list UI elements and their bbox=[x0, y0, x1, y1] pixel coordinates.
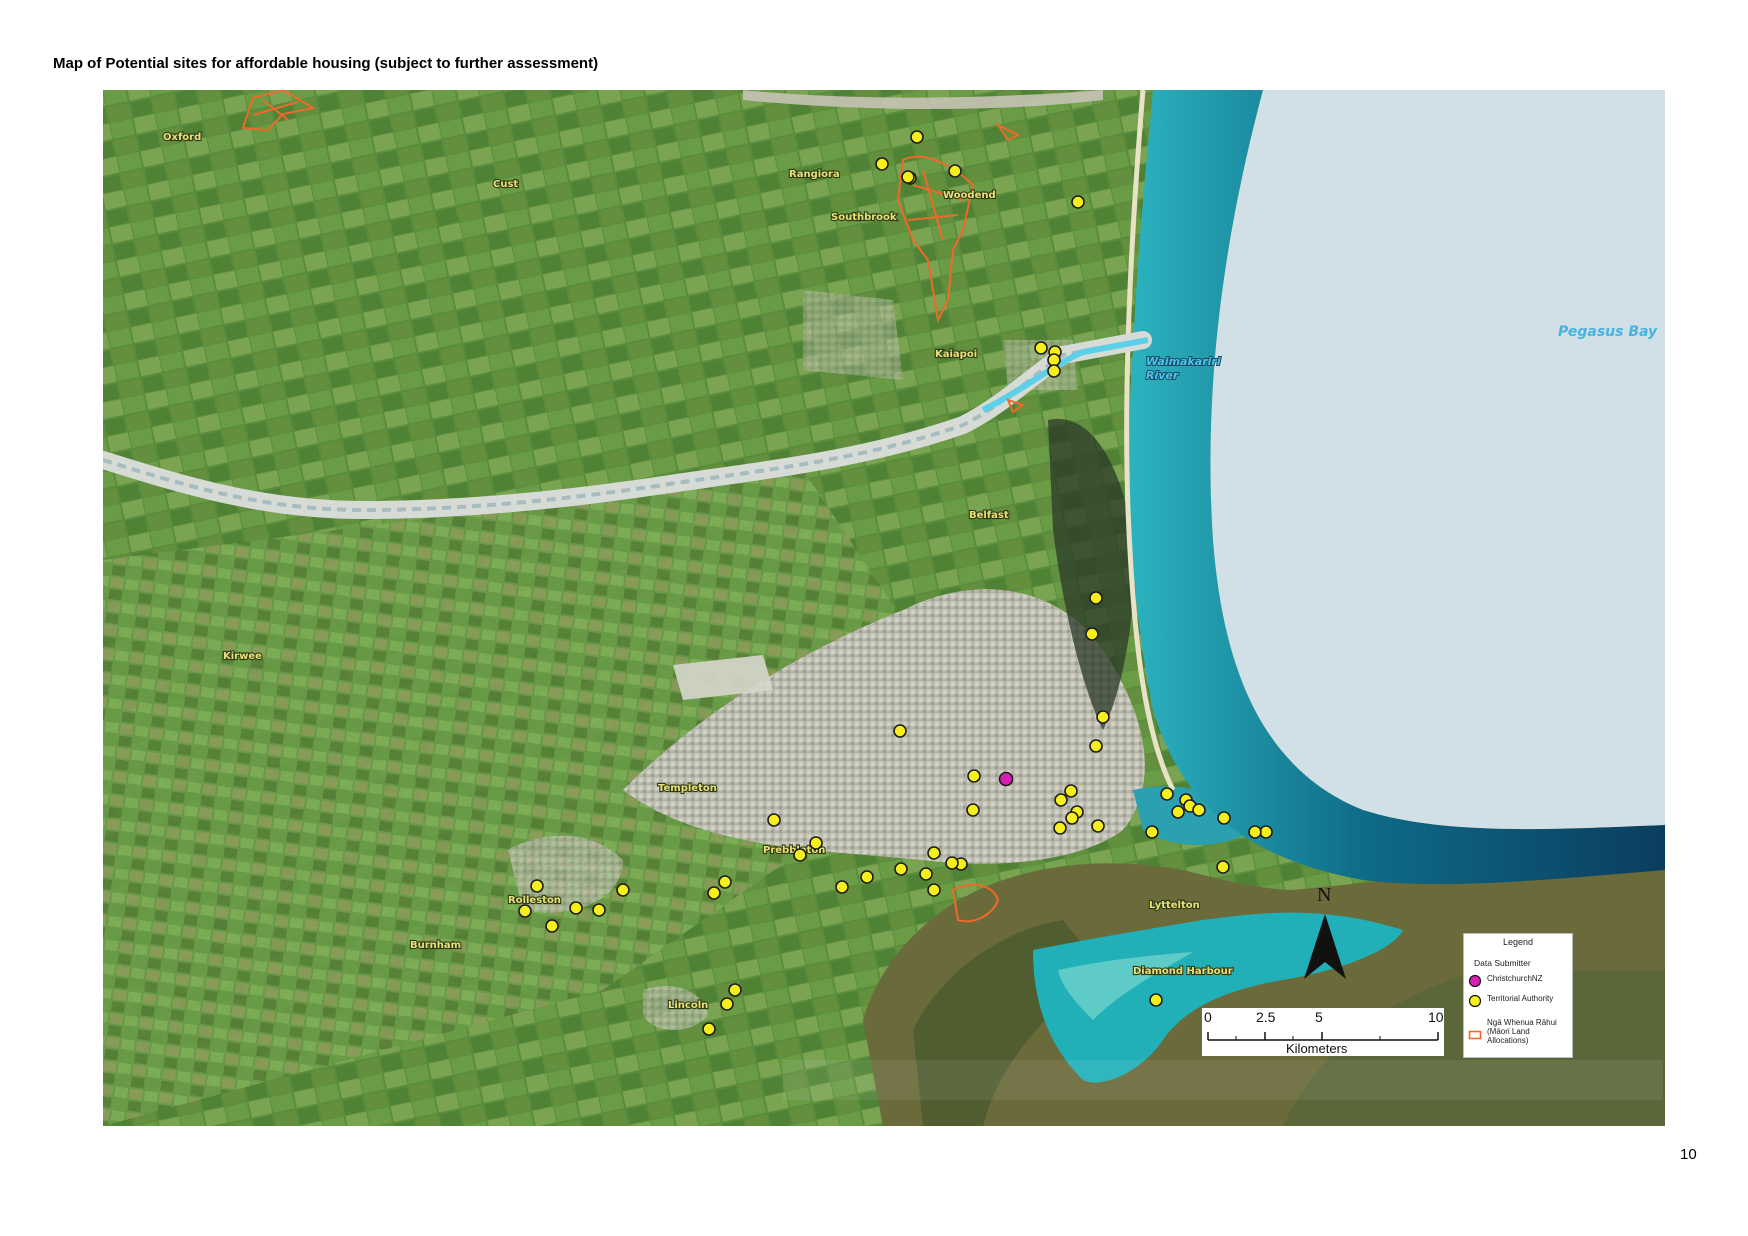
water-label-waimakariri: Waimakariri bbox=[1146, 355, 1221, 368]
ta-site[interactable] bbox=[1065, 811, 1079, 825]
place-label-belfast: Belfast bbox=[969, 510, 1009, 521]
place-label-southbrook: Southbrook bbox=[831, 212, 897, 223]
place-label-burnham: Burnham bbox=[410, 940, 461, 951]
legend: Legend Data Submitter ChristchurchNZ Ter… bbox=[1463, 933, 1573, 1058]
ta-site[interactable] bbox=[592, 903, 606, 917]
place-label-kaiapoi: Kaiapoi bbox=[935, 349, 977, 360]
rangiora-urban bbox=[803, 290, 903, 380]
legend-title: Legend bbox=[1502, 937, 1534, 947]
ta-site[interactable] bbox=[893, 724, 907, 738]
ta-site[interactable] bbox=[545, 919, 559, 933]
ta-site[interactable] bbox=[518, 904, 532, 918]
ta-site[interactable] bbox=[1216, 860, 1230, 874]
water-label-river: River bbox=[1146, 369, 1179, 382]
ta-site[interactable] bbox=[1089, 739, 1103, 753]
ta-site[interactable] bbox=[1054, 793, 1068, 807]
ta-site[interactable] bbox=[1085, 627, 1099, 641]
ta-site[interactable] bbox=[1034, 341, 1048, 355]
pegasus-bay-area bbox=[1210, 90, 1665, 830]
ta-site[interactable] bbox=[1053, 821, 1067, 835]
ta-site[interactable] bbox=[1047, 364, 1061, 378]
place-label-rolleston: Rolleston bbox=[508, 895, 561, 906]
map-panel[interactable]: Oxford Cust Rangiora Southbrook Woodend … bbox=[103, 90, 1665, 1126]
attribution-area bbox=[783, 1060, 1663, 1100]
place-label-kirwee: Kirwee bbox=[223, 651, 262, 662]
ta-site[interactable] bbox=[707, 886, 721, 900]
ta-site[interactable] bbox=[1259, 825, 1273, 839]
ta-site[interactable] bbox=[894, 862, 908, 876]
ta-site[interactable] bbox=[718, 875, 732, 889]
page-title: Map of Potential sites for affordable ho… bbox=[53, 55, 599, 72]
ta-site[interactable] bbox=[1064, 784, 1078, 798]
ta-site[interactable] bbox=[720, 997, 734, 1011]
orange-outline-box-icon bbox=[1468, 1030, 1482, 1040]
ta-site[interactable] bbox=[1171, 805, 1185, 819]
ta-site[interactable] bbox=[1096, 710, 1110, 724]
ta-site[interactable] bbox=[702, 1022, 716, 1036]
christchurchnz-site[interactable] bbox=[998, 771, 1014, 787]
ta-site[interactable] bbox=[910, 130, 924, 144]
place-label-diamond-harbour: Diamond Harbour bbox=[1133, 966, 1233, 977]
magenta-circle-icon bbox=[1468, 974, 1482, 988]
place-label-templeton: Templeton bbox=[658, 783, 717, 794]
ta-site[interactable] bbox=[919, 867, 933, 881]
ta-site[interactable] bbox=[1089, 591, 1103, 605]
ta-site[interactable] bbox=[569, 901, 583, 915]
water-label-pegasus-bay: Pegasus Bay bbox=[1558, 324, 1658, 340]
ta-site[interactable] bbox=[767, 813, 781, 827]
ta-site[interactable] bbox=[728, 983, 742, 997]
north-arrow-shape bbox=[1304, 914, 1346, 979]
ta-site[interactable] bbox=[945, 856, 959, 870]
ta-site[interactable] bbox=[927, 883, 941, 897]
ta-site[interactable] bbox=[1091, 819, 1105, 833]
place-label-rangiora: Rangiora bbox=[789, 169, 840, 180]
ta-site[interactable] bbox=[1071, 195, 1085, 209]
ta-site[interactable] bbox=[1149, 993, 1163, 1007]
north-label: N bbox=[1317, 884, 1332, 906]
ta-site[interactable] bbox=[875, 157, 889, 171]
ta-site[interactable] bbox=[809, 836, 823, 850]
scale-bar: 0 2.5 5 10 Kilometers bbox=[1202, 1008, 1444, 1056]
ta-site[interactable] bbox=[860, 870, 874, 884]
ta-site[interactable] bbox=[1217, 811, 1231, 825]
place-label-oxford: Oxford bbox=[163, 132, 201, 143]
legend-label-territorial-authority: Territorial Authority bbox=[1487, 994, 1554, 1003]
place-label-woodend: Woodend bbox=[943, 190, 996, 201]
legend-label-christchurchnz: ChristchurchNZ bbox=[1487, 974, 1543, 983]
legend-item-territorial-authority: Territorial Authority bbox=[1468, 994, 1567, 1008]
ta-site[interactable] bbox=[616, 883, 630, 897]
legend-label-maori-land: Ngā Whenua Rāhui (Māori Land Allocations… bbox=[1487, 1018, 1557, 1045]
ta-site[interactable] bbox=[1248, 825, 1262, 839]
ta-site[interactable] bbox=[901, 170, 915, 184]
ta-site[interactable] bbox=[967, 769, 981, 783]
place-label-lyttelton: Lyttelton bbox=[1149, 900, 1200, 911]
scale-units: Kilometers bbox=[1286, 1041, 1348, 1056]
ta-site[interactable] bbox=[793, 848, 807, 862]
place-label-cust: Cust bbox=[493, 179, 518, 190]
ta-site[interactable] bbox=[927, 846, 941, 860]
ta-site[interactable] bbox=[1145, 825, 1159, 839]
ta-site[interactable] bbox=[835, 880, 849, 894]
ta-site[interactable] bbox=[530, 879, 544, 893]
ta-site[interactable] bbox=[1192, 803, 1206, 817]
legend-item-maori-land: Ngā Whenua Rāhui (Māori Land Allocations… bbox=[1468, 1018, 1567, 1045]
legend-item-christchurchnz: ChristchurchNZ bbox=[1468, 974, 1567, 988]
ta-site[interactable] bbox=[948, 164, 962, 178]
north-arrow: N bbox=[1300, 884, 1350, 979]
map-canvas[interactable]: Oxford Cust Rangiora Southbrook Woodend … bbox=[103, 90, 1665, 1126]
place-label-lincoln: Lincoln bbox=[668, 1000, 708, 1011]
yellow-circle-icon bbox=[1468, 994, 1482, 1008]
ta-site[interactable] bbox=[966, 803, 980, 817]
ta-site[interactable] bbox=[1160, 787, 1174, 801]
legend-subtitle: Data Submitter bbox=[1474, 958, 1531, 968]
page-number: 10 bbox=[1680, 1146, 1697, 1163]
